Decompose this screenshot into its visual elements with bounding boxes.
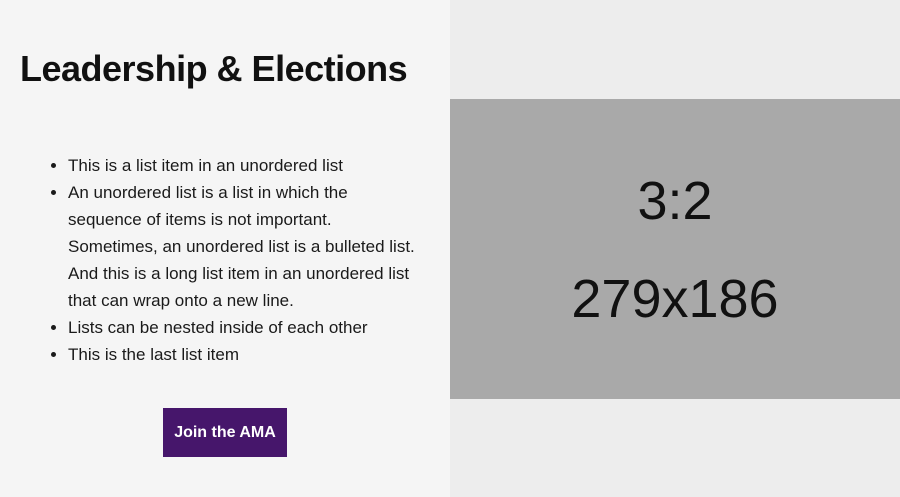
list-item: This is a list item in an unordered list <box>68 152 420 179</box>
list-item: An unordered list is a list in which the… <box>68 179 420 314</box>
list-item: Lists can be nested inside of each other <box>68 314 420 341</box>
placeholder-size-text: 279x186 <box>571 269 779 329</box>
media-panel: 3:2 279x186 <box>450 0 900 497</box>
placeholder-ratio-text: 3:2 <box>637 171 713 231</box>
list-item: This is the last list item <box>68 341 420 368</box>
page: Leadership & Elections This is a list it… <box>0 0 900 497</box>
content-panel: Leadership & Elections This is a list it… <box>0 0 450 497</box>
placeholder-image: 3:2 279x186 <box>450 99 900 399</box>
bullet-list: This is a list item in an unordered list… <box>20 152 420 368</box>
page-title: Leadership & Elections <box>20 48 408 89</box>
join-ama-button[interactable]: Join the AMA <box>163 408 287 457</box>
